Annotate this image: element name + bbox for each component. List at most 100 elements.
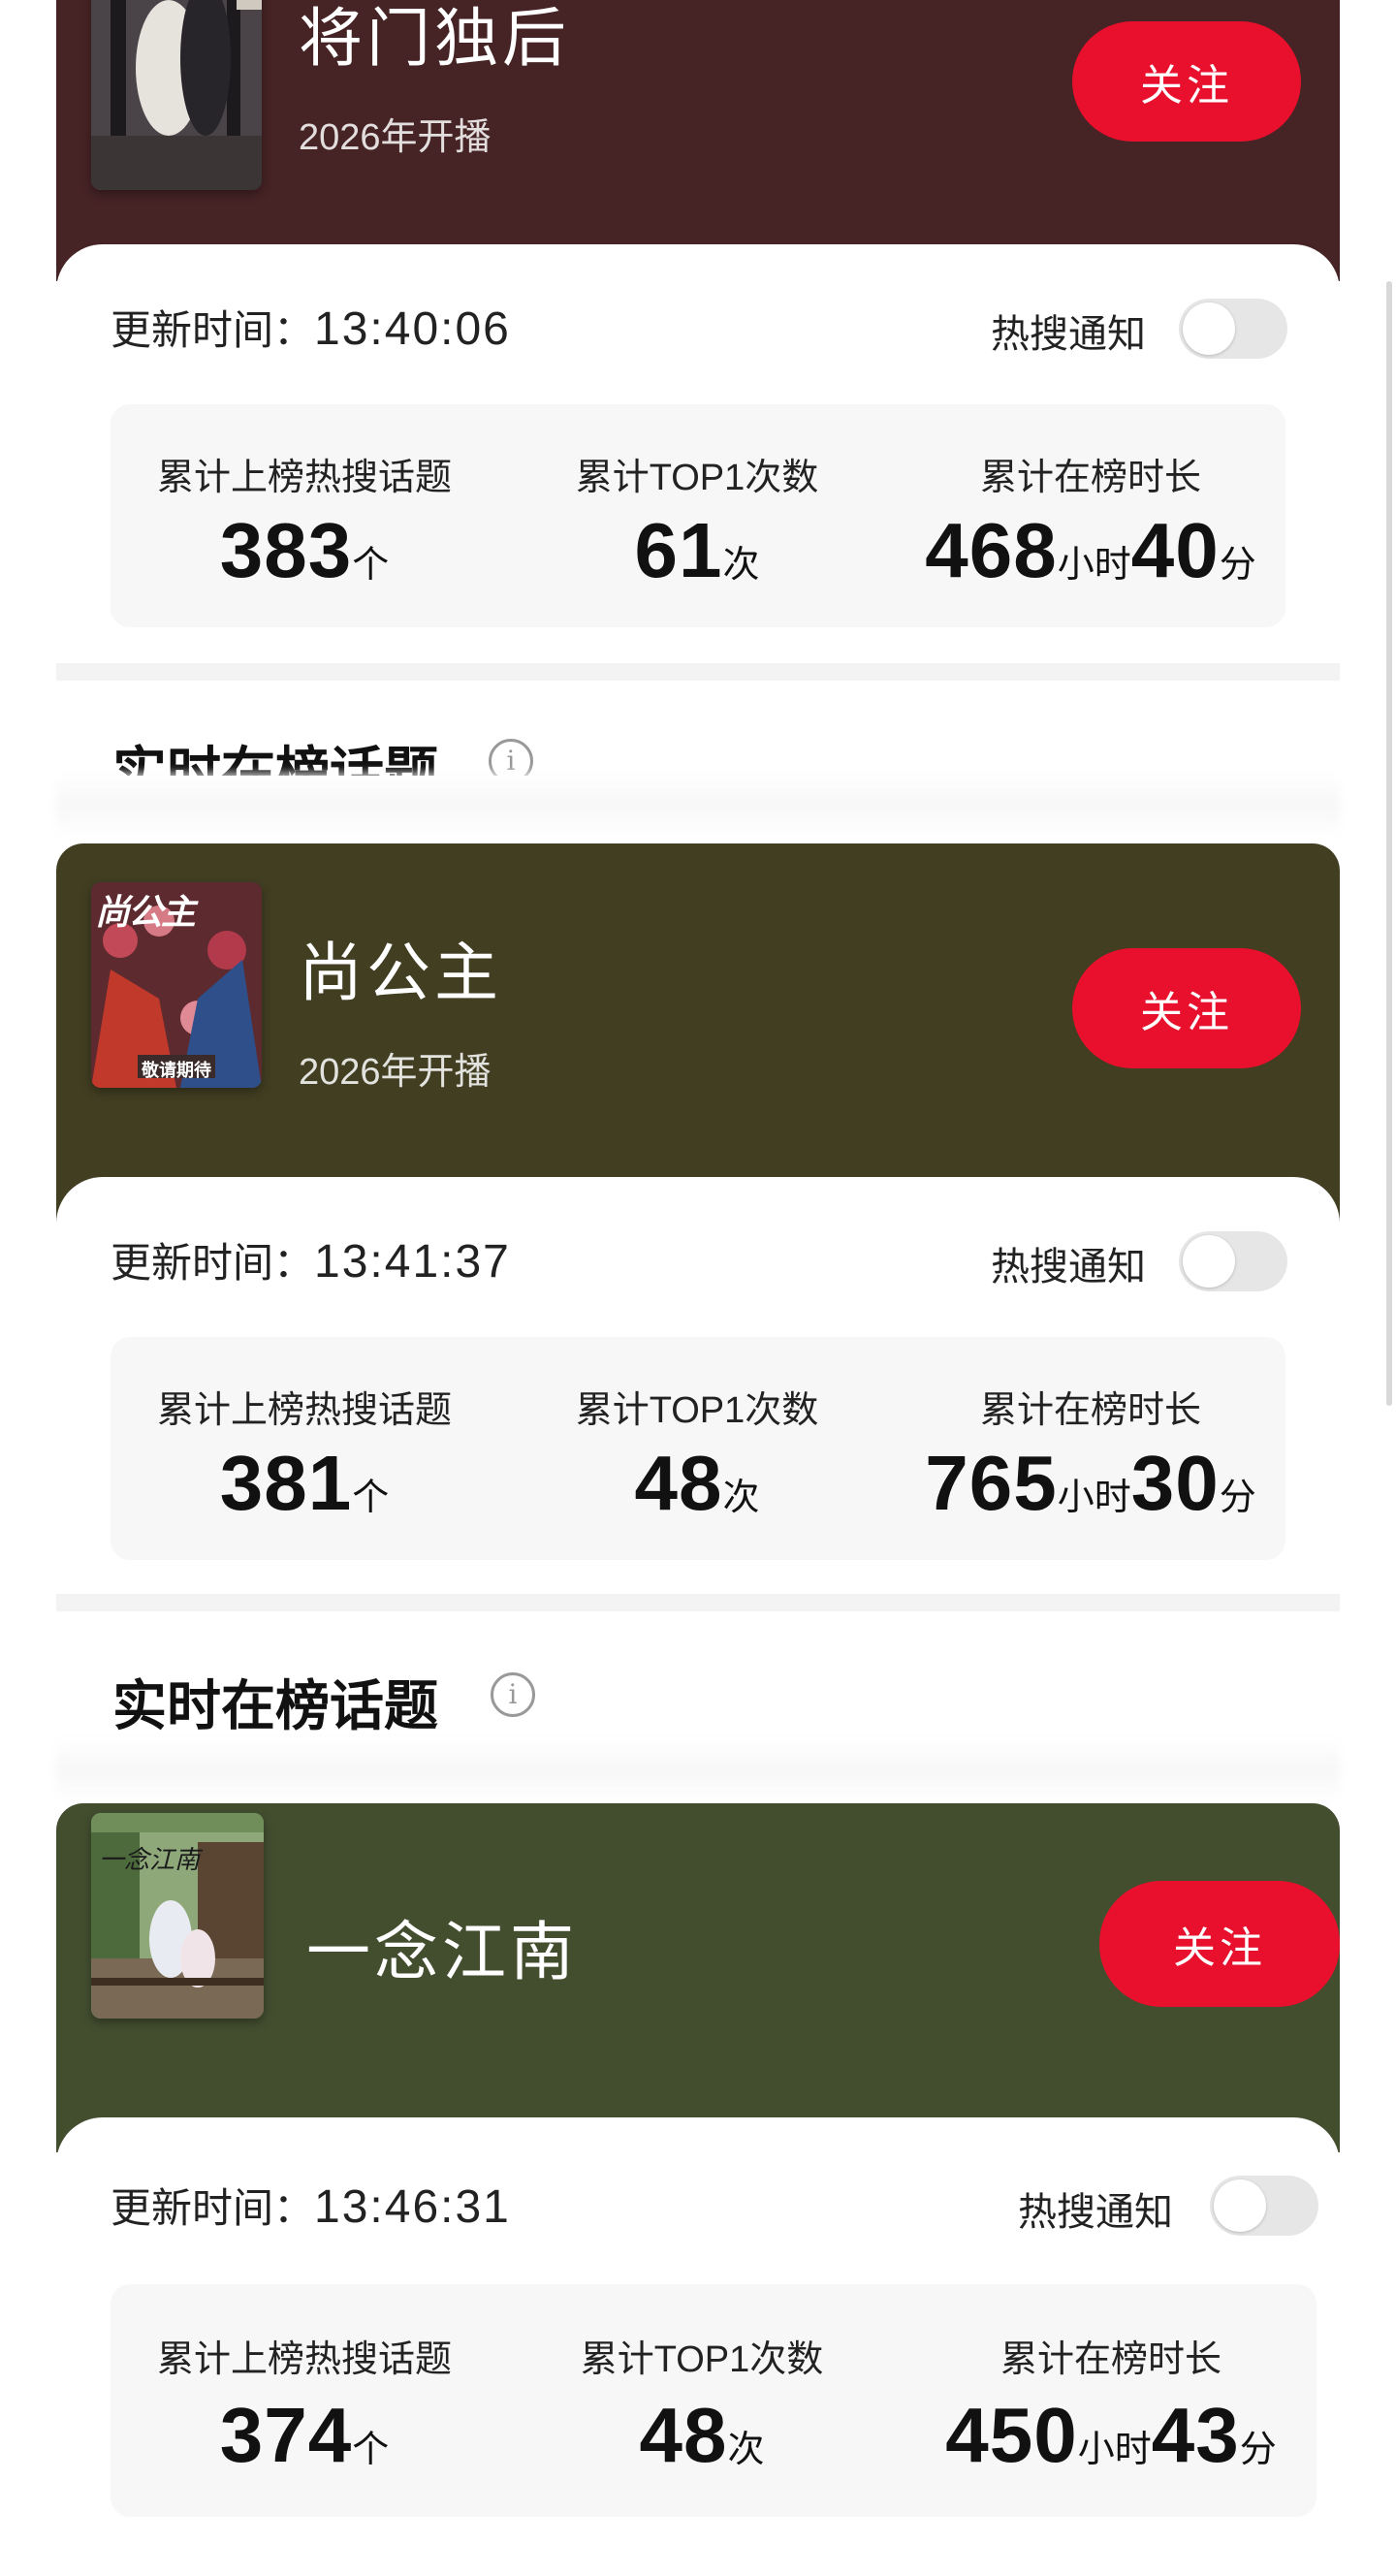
topics-number: 383: [219, 507, 353, 593]
follow-button[interactable]: 关注: [1099, 1881, 1340, 2007]
realtime-section-partial: 实时在榜话题 i: [56, 717, 1340, 776]
update-label: 更新时间：: [111, 1240, 315, 1286]
follow-button[interactable]: 关注: [1072, 948, 1301, 1068]
stat-top1-label: 累计TOP1次数: [580, 2339, 824, 2380]
stat-top1-value: 61次: [498, 506, 896, 595]
toggle-knob: [1183, 302, 1235, 355]
top1-unit: 次: [722, 545, 760, 586]
show-card-yinianjiangnan: 一念江南 一念江南 关注 更新时间：13:46:31 热搜通知 累计上榜热搜话题…: [56, 1803, 1340, 2576]
stat-top1-value: 48次: [498, 1439, 896, 1528]
section-title: 实时在榜话题: [112, 742, 438, 776]
top1-number: 48: [634, 1440, 723, 1526]
hot-search-notify-label: 热搜通知: [991, 1246, 1146, 1288]
update-label: 更新时间：: [111, 2185, 315, 2231]
stat-topics: 累计上榜热搜话题 383个: [111, 404, 498, 627]
update-time: 13:40:06: [314, 303, 511, 355]
stat-topics-value: 374个: [111, 2391, 498, 2480]
blurred-content: [56, 772, 1340, 840]
stat-duration-label: 累计在榜时长: [999, 2339, 1222, 2380]
hot-search-notify-toggle[interactable]: [1179, 299, 1287, 359]
poster-title-text: 一念江南: [99, 1846, 201, 1875]
stat-topics-label: 累计上榜热搜话题: [156, 2339, 452, 2380]
toggle-knob: [1214, 2179, 1266, 2232]
topics-number: 381: [219, 1440, 353, 1526]
poster-shanggongzhu-image[interactable]: 尚公主 敬请期待: [91, 882, 262, 1088]
topics-unit: 个: [352, 1478, 390, 1518]
info-icon[interactable]: i: [489, 739, 533, 776]
stat-duration-label: 累计在榜时长: [979, 458, 1201, 498]
section-divider: [56, 663, 1340, 681]
stat-duration-value: 450小时43分: [905, 2391, 1317, 2480]
poster-jiangmen-image[interactable]: [91, 0, 262, 190]
update-time: 13:41:37: [314, 1236, 511, 1288]
duration-hours-unit: 小时: [1057, 545, 1131, 586]
hot-search-notify-label: 热搜通知: [1018, 2191, 1173, 2234]
show-title: 尚公主: [299, 937, 502, 1008]
show-card-jiangmen: 将门独后 2026年开播 关注 更新时间：13:40:06 热搜通知 累计上榜热…: [56, 0, 1340, 679]
update-row: 更新时间：13:41:37: [111, 1230, 511, 1289]
toggle-knob: [1183, 1235, 1235, 1288]
stat-duration: 累计在榜时长 765小时30分: [896, 1337, 1285, 1560]
stats-box: 累计上榜热搜话题 374个 累计TOP1次数 48次 累计在榜时长 450小时4…: [111, 2284, 1317, 2517]
duration-hours: 765: [925, 1440, 1058, 1526]
stats-box: 累计上榜热搜话题 383个 累计TOP1次数 61次 累计在榜时长 468小时4…: [111, 404, 1285, 627]
stats-panel: 更新时间：13:40:06 热搜通知 累计上榜热搜话题 383个 累计TOP1次…: [56, 244, 1340, 671]
poster-caption-text: 敬请期待: [142, 1061, 211, 1080]
stat-topics-label: 累计上榜热搜话题: [156, 458, 452, 498]
stat-top1-label: 累计TOP1次数: [575, 1390, 819, 1431]
stat-duration-value: 468小时40分: [896, 506, 1285, 595]
duration-minutes: 40: [1130, 507, 1220, 593]
stat-top1: 累计TOP1次数 48次: [498, 2284, 905, 2517]
stats-panel: 更新时间：13:46:31 热搜通知 累计上榜热搜话题 374个 累计TOP1次…: [56, 2117, 1340, 2576]
update-row: 更新时间：13:46:31: [111, 2176, 511, 2235]
stat-duration: 累计在榜时长 468小时40分: [896, 404, 1285, 627]
section-divider: [56, 1594, 1340, 1611]
show-title: 将门独后: [299, 2, 570, 74]
topics-unit: 个: [352, 545, 390, 586]
stat-topics-label: 累计上榜热搜话题: [156, 1390, 452, 1431]
stat-top1: 累计TOP1次数 61次: [498, 404, 896, 627]
show-card-shanggongzhu: 尚公主 敬请期待 尚公主 2026年开播 关注 更新时间：13:41:37 热搜…: [56, 843, 1340, 1609]
stat-topics: 累计上榜热搜话题 381个: [111, 1337, 498, 1560]
topics-number: 374: [219, 2392, 353, 2478]
poster-title-text: 尚公主: [95, 892, 196, 933]
hot-search-notify-toggle[interactable]: [1179, 1231, 1287, 1291]
show-premiere-year: 2026年开播: [299, 1052, 492, 1093]
duration-minutes: 30: [1130, 1440, 1220, 1526]
duration-minutes-unit: 分: [1219, 1478, 1256, 1518]
update-label: 更新时间：: [111, 307, 315, 353]
show-title: 一念江南: [306, 1916, 578, 1988]
scrollbar[interactable]: [1386, 281, 1392, 1406]
poster-yinianjiangnan-image[interactable]: 一念江南: [91, 1813, 264, 2019]
stat-duration-label: 累计在榜时长: [979, 1390, 1201, 1431]
duration-hours: 450: [945, 2392, 1078, 2478]
section-title: 实时在榜话题: [112, 1675, 438, 1736]
stat-topics-value: 381个: [111, 1439, 498, 1528]
stat-duration-value: 765小时30分: [896, 1439, 1285, 1528]
top1-number: 61: [634, 507, 723, 593]
stat-duration: 累计在榜时长 450小时43分: [905, 2284, 1317, 2517]
stat-topics-value: 383个: [111, 506, 498, 595]
stat-top1-label: 累计TOP1次数: [575, 458, 819, 498]
top1-number: 48: [639, 2392, 728, 2478]
info-icon[interactable]: i: [491, 1672, 535, 1717]
top1-unit: 次: [727, 2430, 765, 2470]
show-premiere-year: 2026年开播: [299, 117, 492, 158]
update-row: 更新时间：13:40:06: [111, 298, 511, 357]
topics-unit: 个: [352, 2430, 390, 2470]
duration-hours: 468: [925, 507, 1058, 593]
duration-hours-unit: 小时: [1057, 1478, 1131, 1518]
duration-minutes: 43: [1151, 2392, 1240, 2478]
blurred-content: [56, 1735, 1340, 1803]
stats-box: 累计上榜热搜话题 381个 累计TOP1次数 48次 累计在榜时长 765小时3…: [111, 1337, 1285, 1560]
follow-button[interactable]: 关注: [1072, 21, 1301, 142]
duration-hours-unit: 小时: [1077, 2430, 1152, 2470]
hot-search-notify-toggle[interactable]: [1210, 2176, 1318, 2236]
top1-unit: 次: [722, 1478, 760, 1518]
stat-top1-value: 48次: [498, 2391, 905, 2480]
stat-topics: 累计上榜热搜话题 374个: [111, 2284, 498, 2517]
stats-panel: 更新时间：13:41:37 热搜通知 累计上榜热搜话题 381个 累计TOP1次…: [56, 1177, 1340, 1604]
page: 将门独后 2026年开播 关注 更新时间：13:40:06 热搜通知 累计上榜热…: [0, 0, 1396, 2576]
duration-minutes-unit: 分: [1219, 545, 1256, 586]
hot-search-notify-label: 热搜通知: [991, 313, 1146, 356]
